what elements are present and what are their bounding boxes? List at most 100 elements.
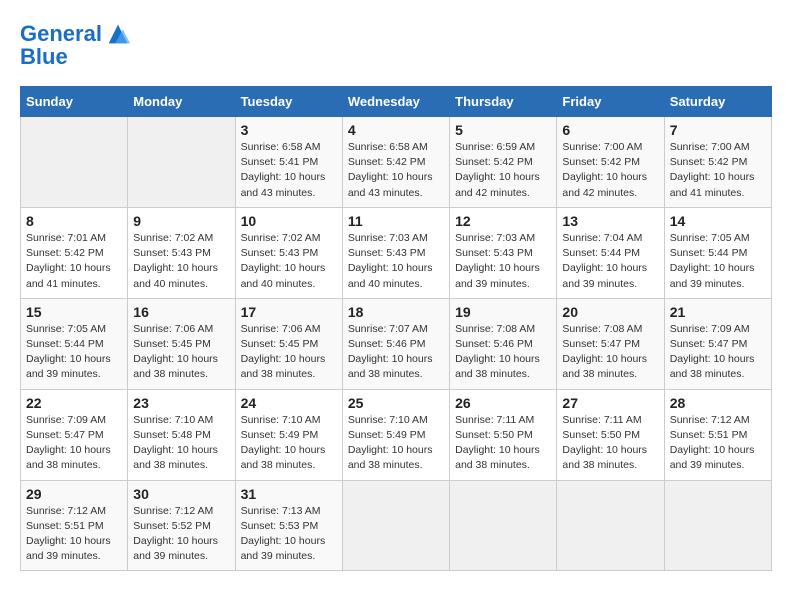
day-info: Sunrise: 7:05 AMSunset: 5:44 PMDaylight:… — [670, 232, 755, 290]
calendar-cell: 14 Sunrise: 7:05 AMSunset: 5:44 PMDaylig… — [664, 207, 771, 298]
weekday-tuesday: Tuesday — [235, 87, 342, 117]
day-info: Sunrise: 7:06 AMSunset: 5:45 PMDaylight:… — [241, 323, 326, 381]
calendar-cell: 22 Sunrise: 7:09 AMSunset: 5:47 PMDaylig… — [21, 389, 128, 480]
weekday-wednesday: Wednesday — [342, 87, 449, 117]
calendar-cell: 20 Sunrise: 7:08 AMSunset: 5:47 PMDaylig… — [557, 298, 664, 389]
calendar-cell: 25 Sunrise: 7:10 AMSunset: 5:49 PMDaylig… — [342, 389, 449, 480]
calendar-cell — [342, 480, 449, 571]
calendar-cell: 21 Sunrise: 7:09 AMSunset: 5:47 PMDaylig… — [664, 298, 771, 389]
calendar-cell: 5 Sunrise: 6:59 AMSunset: 5:42 PMDayligh… — [450, 117, 557, 208]
day-number: 4 — [348, 122, 444, 138]
calendar-cell: 3 Sunrise: 6:58 AMSunset: 5:41 PMDayligh… — [235, 117, 342, 208]
calendar-cell: 24 Sunrise: 7:10 AMSunset: 5:49 PMDaylig… — [235, 389, 342, 480]
calendar-cell: 7 Sunrise: 7:00 AMSunset: 5:42 PMDayligh… — [664, 117, 771, 208]
weekday-monday: Monday — [128, 87, 235, 117]
logo-icon — [104, 20, 132, 48]
day-number: 5 — [455, 122, 551, 138]
day-info: Sunrise: 7:11 AMSunset: 5:50 PMDaylight:… — [562, 414, 647, 472]
day-info: Sunrise: 7:09 AMSunset: 5:47 PMDaylight:… — [670, 323, 755, 381]
calendar-week-3: 15 Sunrise: 7:05 AMSunset: 5:44 PMDaylig… — [21, 298, 772, 389]
day-info: Sunrise: 7:11 AMSunset: 5:50 PMDaylight:… — [455, 414, 540, 472]
day-number: 26 — [455, 395, 551, 411]
calendar-table: SundayMondayTuesdayWednesdayThursdayFrid… — [20, 86, 772, 571]
calendar-cell — [21, 117, 128, 208]
day-info: Sunrise: 7:02 AMSunset: 5:43 PMDaylight:… — [241, 232, 326, 290]
day-number: 12 — [455, 213, 551, 229]
calendar-cell: 4 Sunrise: 6:58 AMSunset: 5:42 PMDayligh… — [342, 117, 449, 208]
calendar-cell: 18 Sunrise: 7:07 AMSunset: 5:46 PMDaylig… — [342, 298, 449, 389]
day-number: 22 — [26, 395, 122, 411]
calendar-cell: 11 Sunrise: 7:03 AMSunset: 5:43 PMDaylig… — [342, 207, 449, 298]
calendar-cell: 31 Sunrise: 7:13 AMSunset: 5:53 PMDaylig… — [235, 480, 342, 571]
day-info: Sunrise: 7:00 AMSunset: 5:42 PMDaylight:… — [562, 141, 647, 199]
day-info: Sunrise: 6:59 AMSunset: 5:42 PMDaylight:… — [455, 141, 540, 199]
day-info: Sunrise: 7:12 AMSunset: 5:52 PMDaylight:… — [133, 505, 218, 563]
day-number: 13 — [562, 213, 658, 229]
day-number: 24 — [241, 395, 337, 411]
day-info: Sunrise: 7:04 AMSunset: 5:44 PMDaylight:… — [562, 232, 647, 290]
calendar-cell — [664, 480, 771, 571]
calendar-cell — [557, 480, 664, 571]
day-info: Sunrise: 7:03 AMSunset: 5:43 PMDaylight:… — [348, 232, 433, 290]
day-number: 25 — [348, 395, 444, 411]
day-info: Sunrise: 7:12 AMSunset: 5:51 PMDaylight:… — [670, 414, 755, 472]
logo-text: General — [20, 22, 102, 46]
day-number: 9 — [133, 213, 229, 229]
day-number: 28 — [670, 395, 766, 411]
calendar-cell: 23 Sunrise: 7:10 AMSunset: 5:48 PMDaylig… — [128, 389, 235, 480]
day-number: 11 — [348, 213, 444, 229]
day-info: Sunrise: 7:10 AMSunset: 5:49 PMDaylight:… — [348, 414, 433, 472]
calendar-cell: 10 Sunrise: 7:02 AMSunset: 5:43 PMDaylig… — [235, 207, 342, 298]
day-number: 20 — [562, 304, 658, 320]
day-number: 31 — [241, 486, 337, 502]
day-number: 14 — [670, 213, 766, 229]
day-number: 16 — [133, 304, 229, 320]
day-number: 10 — [241, 213, 337, 229]
calendar-cell: 29 Sunrise: 7:12 AMSunset: 5:51 PMDaylig… — [21, 480, 128, 571]
day-number: 7 — [670, 122, 766, 138]
day-number: 8 — [26, 213, 122, 229]
day-number: 15 — [26, 304, 122, 320]
calendar-week-1: 3 Sunrise: 6:58 AMSunset: 5:41 PMDayligh… — [21, 117, 772, 208]
day-number: 3 — [241, 122, 337, 138]
day-info: Sunrise: 7:00 AMSunset: 5:42 PMDaylight:… — [670, 141, 755, 199]
day-number: 19 — [455, 304, 551, 320]
calendar-cell: 8 Sunrise: 7:01 AMSunset: 5:42 PMDayligh… — [21, 207, 128, 298]
day-number: 6 — [562, 122, 658, 138]
day-number: 18 — [348, 304, 444, 320]
calendar-cell: 15 Sunrise: 7:05 AMSunset: 5:44 PMDaylig… — [21, 298, 128, 389]
day-info: Sunrise: 7:08 AMSunset: 5:47 PMDaylight:… — [562, 323, 647, 381]
page-header: General Blue — [20, 20, 772, 70]
day-info: Sunrise: 7:10 AMSunset: 5:48 PMDaylight:… — [133, 414, 218, 472]
day-number: 17 — [241, 304, 337, 320]
calendar-cell: 19 Sunrise: 7:08 AMSunset: 5:46 PMDaylig… — [450, 298, 557, 389]
calendar-cell — [128, 117, 235, 208]
day-info: Sunrise: 7:07 AMSunset: 5:46 PMDaylight:… — [348, 323, 433, 381]
day-info: Sunrise: 7:03 AMSunset: 5:43 PMDaylight:… — [455, 232, 540, 290]
day-number: 21 — [670, 304, 766, 320]
calendar-cell: 26 Sunrise: 7:11 AMSunset: 5:50 PMDaylig… — [450, 389, 557, 480]
day-info: Sunrise: 7:13 AMSunset: 5:53 PMDaylight:… — [241, 505, 326, 563]
day-info: Sunrise: 7:08 AMSunset: 5:46 PMDaylight:… — [455, 323, 540, 381]
day-number: 29 — [26, 486, 122, 502]
day-info: Sunrise: 7:02 AMSunset: 5:43 PMDaylight:… — [133, 232, 218, 290]
day-info: Sunrise: 6:58 AMSunset: 5:41 PMDaylight:… — [241, 141, 326, 199]
calendar-cell: 16 Sunrise: 7:06 AMSunset: 5:45 PMDaylig… — [128, 298, 235, 389]
day-info: Sunrise: 7:05 AMSunset: 5:44 PMDaylight:… — [26, 323, 111, 381]
day-info: Sunrise: 7:06 AMSunset: 5:45 PMDaylight:… — [133, 323, 218, 381]
weekday-thursday: Thursday — [450, 87, 557, 117]
day-info: Sunrise: 6:58 AMSunset: 5:42 PMDaylight:… — [348, 141, 433, 199]
day-number: 27 — [562, 395, 658, 411]
day-info: Sunrise: 7:09 AMSunset: 5:47 PMDaylight:… — [26, 414, 111, 472]
calendar-week-5: 29 Sunrise: 7:12 AMSunset: 5:51 PMDaylig… — [21, 480, 772, 571]
weekday-sunday: Sunday — [21, 87, 128, 117]
calendar-cell: 13 Sunrise: 7:04 AMSunset: 5:44 PMDaylig… — [557, 207, 664, 298]
weekday-friday: Friday — [557, 87, 664, 117]
calendar-cell: 9 Sunrise: 7:02 AMSunset: 5:43 PMDayligh… — [128, 207, 235, 298]
day-info: Sunrise: 7:10 AMSunset: 5:49 PMDaylight:… — [241, 414, 326, 472]
calendar-week-4: 22 Sunrise: 7:09 AMSunset: 5:47 PMDaylig… — [21, 389, 772, 480]
calendar-cell: 30 Sunrise: 7:12 AMSunset: 5:52 PMDaylig… — [128, 480, 235, 571]
calendar-cell: 6 Sunrise: 7:00 AMSunset: 5:42 PMDayligh… — [557, 117, 664, 208]
logo: General Blue — [20, 20, 132, 70]
calendar-week-2: 8 Sunrise: 7:01 AMSunset: 5:42 PMDayligh… — [21, 207, 772, 298]
